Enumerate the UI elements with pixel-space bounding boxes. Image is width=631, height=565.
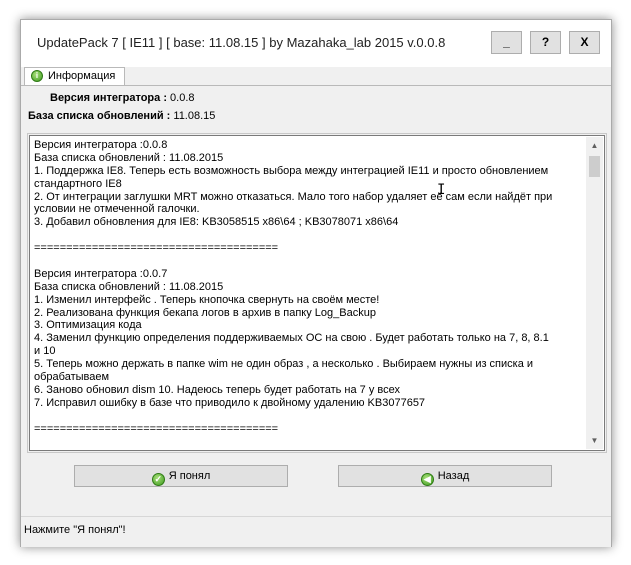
checkmark-icon: ✓: [151, 473, 165, 486]
tab-strip: i Информация: [21, 67, 611, 85]
text-cursor-icon: I: [437, 182, 446, 198]
info-panel: Версия интегратора : 0.0.8 База списка о…: [21, 85, 611, 517]
changelog-textbox[interactable]: Версия интегратора :0.0.8 База списка обн…: [27, 133, 607, 453]
back-arrow-icon: ◀: [420, 473, 434, 486]
status-text: Нажмите "Я понял"!: [24, 524, 126, 536]
scroll-thumb[interactable]: [589, 156, 600, 177]
changelog-line: 6. Заново обновил dism 10. Надеюсь тепер…: [34, 383, 400, 396]
changelog-line: Версия интегратора :0.0.7: [34, 267, 168, 280]
ok-button-label: Я понял: [168, 470, 211, 482]
ok-button[interactable]: ✓ Я понял: [74, 465, 288, 487]
changelog-line: 1. Поддержка IE8. Теперь есть возможност…: [34, 164, 549, 177]
window-title: UpdatePack 7 [ IE11 ] [ base: 11.08.15 ]…: [37, 35, 446, 50]
back-button[interactable]: ◀ Назад: [338, 465, 552, 487]
changelog-line: условии не отмеченной галочки.: [34, 203, 200, 216]
changelog-line: [34, 229, 566, 242]
changelog-line: ======================================: [34, 422, 279, 435]
changelog-line: 2. От интеграции заглушки MRT можно отка…: [34, 190, 553, 203]
base-version-value: 11.08.15: [173, 110, 216, 122]
vertical-scrollbar[interactable]: ▲ ▼: [586, 137, 603, 449]
info-icon: i: [31, 70, 43, 82]
changelog-line: обрабатываем: [34, 371, 110, 384]
scroll-up-icon[interactable]: ▲: [586, 137, 603, 154]
integrator-version-label: Версия интегратора :: [50, 92, 167, 104]
changelog-line: 3. Добавил обновления для IE8: KB3058515…: [34, 216, 399, 229]
title-bar[interactable]: UpdatePack 7 [ IE11 ] [ base: 11.08.15 ]…: [21, 20, 611, 67]
back-button-label: Назад: [437, 470, 470, 482]
status-bar: Нажмите "Я понял"!: [21, 516, 611, 547]
scroll-down-icon[interactable]: ▼: [586, 432, 603, 449]
changelog-line: 1. Изменил интерфейс . Теперь кнопочка с…: [34, 293, 380, 306]
changelog-line: База списка обновлений : 11.08.2015: [34, 151, 224, 164]
base-version-label: База списка обновлений :: [28, 110, 171, 122]
tab-information[interactable]: i Информация: [24, 67, 125, 85]
changelog-line: Версия интегратора :0.0.8: [34, 139, 168, 151]
help-button[interactable]: ?: [530, 31, 561, 54]
minimize-button[interactable]: _: [491, 31, 522, 54]
changelog-line: [34, 410, 566, 423]
tab-label: Информация: [48, 70, 116, 82]
updatepack-window: UpdatePack 7 [ IE11 ] [ base: 11.08.15 ]…: [20, 19, 612, 547]
integrator-version-row: Версия интегратора : 0.0.8: [50, 92, 195, 104]
changelog-line: 3. Оптимизация кода: [34, 319, 142, 332]
close-button[interactable]: X: [569, 31, 600, 54]
base-version-row: База списка обновлений : 11.08.15: [28, 110, 215, 122]
changelog-line: База списка обновлений : 11.08.2015: [34, 280, 224, 293]
changelog-line: ======================================: [34, 242, 279, 255]
changelog-line: 4. Заменил функцию определения поддержив…: [34, 332, 549, 345]
integrator-version-value: 0.0.8: [170, 92, 195, 104]
changelog-line: 5. Теперь можно держать в папке wim не о…: [34, 358, 534, 371]
changelog-line: 7. Исправил ошибку в базе что приводило …: [34, 396, 426, 409]
changelog-line: [34, 255, 566, 268]
changelog-line: 2. Реализована функция бекапа логов в ар…: [34, 306, 376, 319]
changelog-line: стандартного IE8: [34, 177, 122, 190]
changelog-line: и 10: [34, 345, 56, 358]
changelog-text: Версия интегратора :0.0.8 База списка обн…: [34, 139, 566, 445]
